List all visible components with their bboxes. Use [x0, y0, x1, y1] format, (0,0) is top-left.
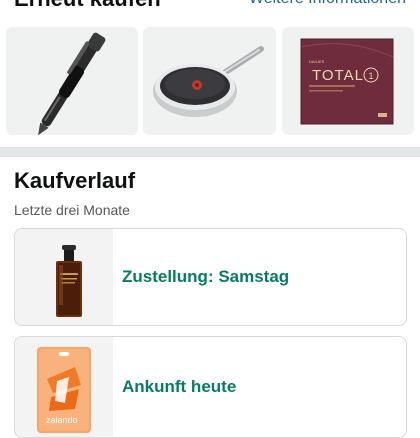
svg-text:zalando: zalando: [46, 415, 78, 425]
pen-icon: [38, 32, 106, 135]
serum-bottle-icon: [56, 245, 82, 317]
svg-text:1: 1: [369, 71, 374, 81]
order-card-2[interactable]: zalando Ankunft heute: [14, 336, 407, 438]
frying-pan-icon: [153, 46, 264, 117]
buy-again-product-pan[interactable]: [143, 27, 276, 135]
buy-again-section: Erneut kaufen Weitere Informationen: [0, 0, 420, 147]
buy-again-product-lenses[interactable]: DAILIES TOTAL 1: [282, 27, 414, 135]
order-thumbnail: zalando: [15, 337, 113, 437]
section-divider: [0, 147, 420, 157]
zalando-gift-card-icon: zalando: [37, 347, 91, 433]
contact-lens-box-icon: DAILIES TOTAL 1: [300, 38, 394, 125]
buy-again-product-pen[interactable]: [6, 27, 138, 135]
order-status: Ankunft heute: [122, 377, 237, 396]
buy-again-title: Erneut kaufen: [14, 0, 161, 12]
more-info-link[interactable]: Weitere Informationen: [249, 0, 406, 8]
purchase-history-subtitle: Letzte drei Monate: [14, 202, 130, 218]
svg-text:TOTAL: TOTAL: [312, 67, 364, 84]
order-status: Zustellung: Samstag: [122, 267, 290, 286]
order-thumbnail: [15, 229, 113, 325]
svg-text:DAILIES: DAILIES: [309, 59, 325, 64]
order-card-1[interactable]: Zustellung: Samstag: [14, 228, 407, 326]
purchase-history-title: Kaufverlauf: [14, 168, 136, 193]
